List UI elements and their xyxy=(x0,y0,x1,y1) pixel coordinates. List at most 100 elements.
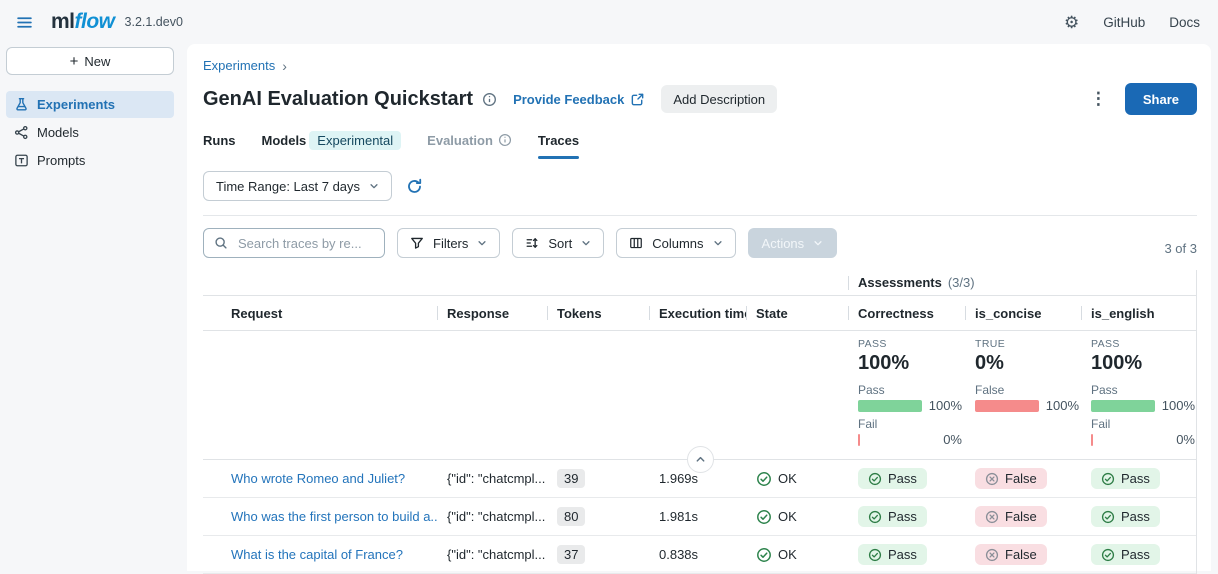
github-link[interactable]: GitHub xyxy=(1103,15,1145,30)
table-header-row: Request Response Tokens Execution time S… xyxy=(203,296,1196,331)
correctness-pass-badge: Pass xyxy=(858,506,927,527)
column-header-state[interactable]: State xyxy=(746,306,848,321)
breadcrumb: Experiments › xyxy=(203,58,1197,73)
sidebar-item-label: Models xyxy=(37,125,79,140)
docs-link[interactable]: Docs xyxy=(1169,15,1200,30)
hamburger-menu-icon[interactable] xyxy=(12,10,37,35)
table-row: What is the capital of France? {"id": "c… xyxy=(203,536,1196,574)
share-button[interactable]: Share xyxy=(1125,83,1197,115)
title-info-icon[interactable] xyxy=(482,92,497,107)
flask-icon xyxy=(14,97,29,112)
x-circle-icon xyxy=(985,510,999,524)
sort-icon xyxy=(525,236,539,250)
state-cell: OK xyxy=(746,547,848,563)
plus-icon: + xyxy=(70,54,79,69)
gear-icon[interactable]: ⚙ xyxy=(1064,14,1079,31)
mlflow-logo[interactable]: mlflow xyxy=(51,10,115,34)
check-circle-icon xyxy=(756,547,772,563)
add-description-button[interactable]: Add Description xyxy=(661,85,777,113)
page-title: GenAI Evaluation Quickstart xyxy=(203,88,473,111)
response-cell[interactable]: {"id": "chatcmpl... xyxy=(437,471,547,486)
sidebar-item-experiments[interactable]: Experiments xyxy=(6,91,174,118)
sidebar: + New Experiments Models Prompts xyxy=(0,44,187,571)
refresh-icon[interactable] xyxy=(406,178,423,195)
chevron-down-icon xyxy=(813,238,823,248)
assessments-group-header: Assessments(3/3) xyxy=(848,275,1196,290)
check-circle-icon xyxy=(868,472,882,486)
pass-bar xyxy=(1091,400,1155,412)
x-circle-icon xyxy=(985,472,999,486)
column-header-request[interactable]: Request xyxy=(203,306,437,321)
column-header-tokens[interactable]: Tokens xyxy=(547,306,649,321)
external-link-icon xyxy=(630,92,645,107)
collapse-summary-button[interactable] xyxy=(687,446,714,473)
fail-bar xyxy=(1091,434,1093,446)
correctness-pass-badge: Pass xyxy=(858,544,927,565)
request-link[interactable]: Who wrote Romeo and Juliet? xyxy=(203,471,437,486)
is-concise-false-badge: False xyxy=(975,468,1047,489)
provide-feedback-link[interactable]: Provide Feedback xyxy=(513,92,645,107)
search-icon xyxy=(214,236,228,250)
columns-button[interactable]: Columns xyxy=(616,228,735,258)
chevron-up-icon xyxy=(695,454,706,465)
tokens-cell: 37 xyxy=(547,545,649,564)
search-traces-input-box[interactable] xyxy=(203,228,385,258)
check-circle-icon xyxy=(756,509,772,525)
column-header-execution-time[interactable]: Execution time xyxy=(649,306,746,321)
check-circle-icon xyxy=(868,548,882,562)
result-count: 3 of 3 xyxy=(1164,241,1197,258)
column-header-is-concise[interactable]: is_concise xyxy=(965,306,1081,321)
tab-runs[interactable]: Runs xyxy=(203,127,236,153)
kebab-menu-icon[interactable]: ⋮ xyxy=(1086,89,1111,109)
filters-button[interactable]: Filters xyxy=(397,228,500,258)
search-traces-input[interactable] xyxy=(236,235,374,252)
info-icon xyxy=(498,133,512,147)
filter-funnel-icon xyxy=(410,236,424,250)
x-circle-icon xyxy=(985,548,999,562)
column-header-response[interactable]: Response xyxy=(437,306,547,321)
tab-traces[interactable]: Traces xyxy=(538,127,579,153)
tab-models[interactable]: Models Experimental xyxy=(262,127,402,153)
execution-time-cell: 0.838s xyxy=(649,547,746,562)
check-circle-icon xyxy=(1101,472,1115,486)
request-link[interactable]: What is the capital of France? xyxy=(203,547,437,562)
is-concise-false-badge: False xyxy=(975,506,1047,527)
tokens-cell: 80 xyxy=(547,507,649,526)
response-cell[interactable]: {"id": "chatcmpl... xyxy=(437,509,547,524)
request-link[interactable]: Who was the first person to build a... xyxy=(203,509,437,524)
tokens-cell: 39 xyxy=(547,469,649,488)
fail-bar xyxy=(858,434,860,446)
summary-is-concise: TRUE 0% False 100% xyxy=(965,338,1081,451)
sidebar-item-prompts[interactable]: Prompts xyxy=(6,147,174,174)
table-row: Who was the first person to build a... {… xyxy=(203,498,1196,536)
check-circle-icon xyxy=(868,510,882,524)
column-header-correctness[interactable]: Correctness xyxy=(848,306,965,321)
false-bar xyxy=(975,400,1039,412)
chevron-right-icon: › xyxy=(282,59,287,73)
check-circle-icon xyxy=(1101,510,1115,524)
is-english-pass-badge: Pass xyxy=(1091,544,1160,565)
traces-table: Assessments(3/3) Request Response Tokens… xyxy=(203,270,1197,574)
main-content: Experiments › GenAI Evaluation Quickstar… xyxy=(187,44,1211,571)
column-header-is-english[interactable]: is_english xyxy=(1081,306,1196,321)
pass-bar xyxy=(858,400,922,412)
response-cell[interactable]: {"id": "chatcmpl... xyxy=(437,547,547,562)
chevron-down-icon xyxy=(477,238,487,248)
state-cell: OK xyxy=(746,471,848,487)
sidebar-item-label: Experiments xyxy=(37,97,115,112)
chevron-down-icon xyxy=(713,238,723,248)
sort-button[interactable]: Sort xyxy=(512,228,604,258)
time-range-dropdown[interactable]: Time Range: Last 7 days xyxy=(203,171,392,201)
version-label: 3.2.1.dev0 xyxy=(125,15,183,29)
sidebar-item-label: Prompts xyxy=(37,153,85,168)
actions-button-disabled[interactable]: Actions xyxy=(748,228,838,258)
is-english-pass-badge: Pass xyxy=(1091,468,1160,489)
tab-bar: Runs Models Experimental Evaluation Trac… xyxy=(203,127,1197,153)
new-button[interactable]: + New xyxy=(6,47,174,75)
execution-time-cell: 1.969s xyxy=(649,471,746,486)
check-circle-icon xyxy=(1101,548,1115,562)
sidebar-item-models[interactable]: Models xyxy=(6,119,174,146)
is-english-pass-badge: Pass xyxy=(1091,506,1160,527)
tab-evaluation[interactable]: Evaluation xyxy=(427,127,512,153)
breadcrumb-experiments-link[interactable]: Experiments xyxy=(203,58,275,73)
